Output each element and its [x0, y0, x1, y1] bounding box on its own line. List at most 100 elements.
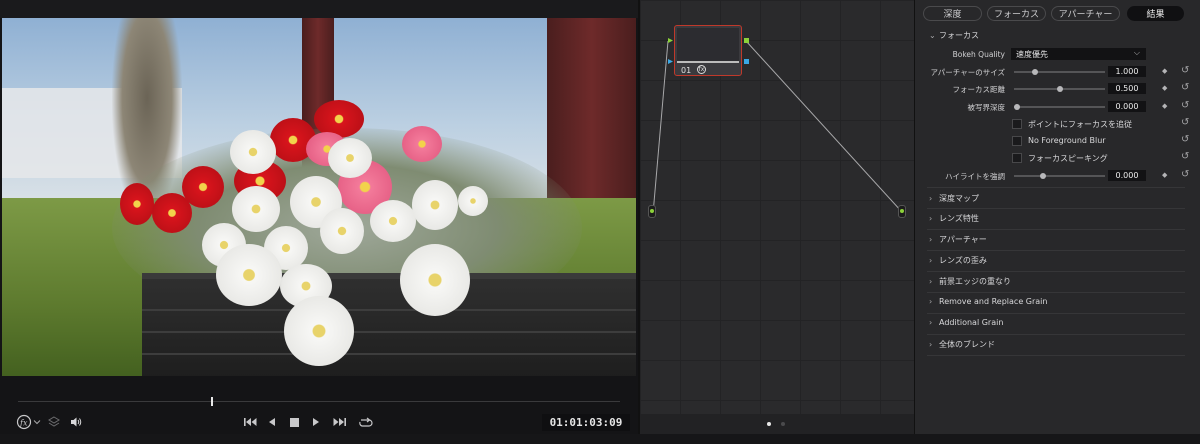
focus-distance-label: フォーカス距離	[952, 85, 1006, 94]
chevron-down-icon[interactable]	[32, 414, 42, 430]
stop-icon[interactable]	[287, 414, 301, 430]
no-foreground-blur-checkbox[interactable]	[1012, 136, 1022, 146]
image-flower	[120, 183, 154, 225]
tab-focus[interactable]: フォーカス	[987, 6, 1046, 21]
reset-icon[interactable]: ↺	[1181, 66, 1189, 76]
page-dot-active[interactable]	[767, 422, 771, 426]
fx-icon: fx	[697, 65, 706, 74]
slider-knob[interactable]	[1040, 173, 1046, 179]
node-label: 01	[681, 66, 692, 75]
divider	[927, 313, 1185, 314]
focus-peaking-label: フォーカスピーキング	[1028, 154, 1108, 163]
reset-icon[interactable]: ↺	[1181, 118, 1189, 128]
section-additional-grain-header[interactable]: › Additional Grain	[929, 318, 1003, 327]
speaker-icon[interactable]	[68, 414, 84, 430]
section-title: フォーカス	[939, 31, 979, 40]
image-flower	[320, 208, 364, 254]
skip-back-icon[interactable]	[242, 414, 258, 430]
playhead[interactable]	[211, 397, 213, 406]
image-flower	[400, 244, 470, 316]
depth-of-field-slider[interactable]	[1014, 104, 1105, 110]
follow-point-label: ポイントにフォーカスを追従	[1028, 120, 1132, 129]
play-icon[interactable]	[309, 414, 323, 430]
reset-icon[interactable]: ↺	[1181, 135, 1189, 145]
fx-icon[interactable]: fx	[14, 414, 34, 430]
reset-icon[interactable]: ↺	[1181, 101, 1189, 111]
keyframe-icon[interactable]: ◆	[1162, 67, 1167, 75]
section-foreground-edge-header[interactable]: › 前景エッジの重なり	[929, 276, 1011, 287]
section-lens-characteristics-header[interactable]: › レンズ特性	[929, 213, 979, 224]
corrector-node[interactable]: 01 fx	[674, 25, 742, 76]
keyframe-icon[interactable]: ◆	[1162, 102, 1167, 110]
section-aperture-header[interactable]: › アパーチャー	[929, 234, 987, 245]
section-title: Additional Grain	[939, 318, 1004, 327]
image-flower	[232, 186, 280, 232]
section-replace-grain-header[interactable]: › Remove and Replace Grain	[929, 297, 1047, 306]
viewer-image[interactable]	[2, 18, 636, 376]
node-editor[interactable]: 01 fx	[638, 0, 914, 434]
aperture-size-label: アパーチャーのサイズ	[930, 68, 1005, 77]
focus-distance-slider[interactable]	[1014, 86, 1105, 92]
divider	[927, 187, 1185, 188]
focus-peaking-checkbox[interactable]	[1012, 153, 1022, 163]
node-key-output-port[interactable]	[744, 59, 749, 64]
tab-aperture[interactable]: アパーチャー	[1051, 6, 1120, 21]
section-global-blend-header[interactable]: › 全体のブレンド	[929, 339, 995, 350]
chevron-right-icon: ›	[929, 256, 933, 265]
divider	[927, 208, 1185, 209]
layers-icon[interactable]	[46, 414, 62, 430]
section-focus-header[interactable]: ⌄ フォーカス	[929, 30, 979, 41]
section-title: レンズ特性	[939, 214, 979, 223]
section-lens-distortion-header[interactable]: › レンズの歪み	[929, 255, 987, 266]
image-flower	[230, 130, 276, 174]
divider	[927, 355, 1185, 356]
highlight-value[interactable]: 0.000	[1108, 170, 1146, 181]
slider-knob[interactable]	[1014, 104, 1020, 110]
reset-icon[interactable]: ↺	[1181, 83, 1189, 93]
chevron-right-icon: ›	[929, 277, 933, 286]
node-divider	[677, 61, 739, 63]
divider	[927, 229, 1185, 230]
tab-depth[interactable]: 深度	[923, 6, 982, 21]
section-title: 深度マップ	[939, 194, 979, 203]
page-dot[interactable]	[781, 422, 785, 426]
skip-forward-icon[interactable]	[331, 414, 347, 430]
depth-of-field-value[interactable]: 0.000	[1108, 101, 1146, 112]
chevron-right-icon: ›	[929, 297, 933, 306]
divider	[927, 334, 1185, 335]
timeline-scrubber[interactable]	[0, 394, 638, 410]
viewer-top-bar	[0, 0, 638, 18]
slider-knob[interactable]	[1057, 86, 1063, 92]
reset-icon[interactable]: ↺	[1181, 170, 1189, 180]
bottom-status-strip	[0, 434, 1200, 444]
tab-result[interactable]: 結果	[1127, 6, 1184, 21]
source-input-pin[interactable]	[648, 205, 656, 218]
play-reverse-icon[interactable]	[265, 414, 279, 430]
keyframe-icon[interactable]: ◆	[1162, 84, 1167, 92]
scrubber-track	[18, 401, 620, 402]
highlight-slider[interactable]	[1014, 173, 1105, 179]
bokeh-quality-label: Bokeh Quality	[952, 50, 1005, 59]
focus-distance-value[interactable]: 0.500	[1108, 83, 1146, 94]
node-rgb-output-port[interactable]	[744, 38, 749, 43]
aperture-size-slider[interactable]	[1014, 69, 1105, 75]
bokeh-quality-value: 速度優先	[1016, 49, 1048, 59]
node-editor-footer	[638, 414, 914, 434]
output-pin[interactable]	[898, 205, 906, 218]
image-flower	[182, 166, 224, 208]
transport-bar: fx 01:01:03:09	[0, 410, 638, 434]
follow-point-checkbox[interactable]	[1012, 119, 1022, 129]
keyframe-icon[interactable]: ◆	[1162, 171, 1167, 179]
chevron-right-icon: ›	[929, 235, 933, 244]
loop-icon[interactable]	[356, 414, 374, 430]
slider-knob[interactable]	[1032, 69, 1038, 75]
chevron-right-icon: ›	[929, 318, 933, 327]
viewer-panel: fx 01:01:03:09	[0, 0, 638, 444]
depth-of-field-label: 被写界深度	[967, 103, 1006, 112]
section-depth-map-header[interactable]: › 深度マップ	[929, 193, 979, 204]
aperture-size-value[interactable]: 1.000	[1108, 66, 1146, 77]
image-planter-box	[142, 273, 636, 376]
bokeh-quality-dropdown[interactable]: 速度優先 ⌵	[1011, 48, 1146, 60]
divider	[927, 292, 1185, 293]
reset-icon[interactable]: ↺	[1181, 152, 1189, 162]
